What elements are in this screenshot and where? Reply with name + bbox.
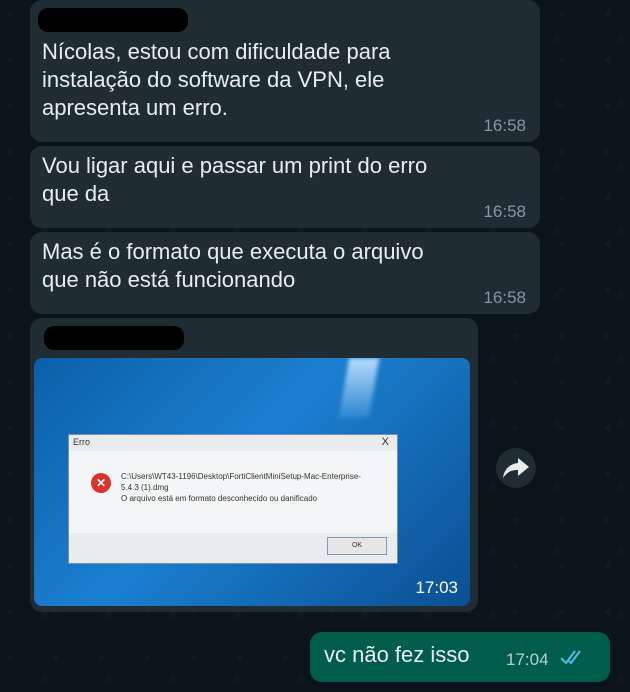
screen-glare	[338, 358, 380, 418]
photo-time: 17:03	[415, 578, 458, 597]
forward-button[interactable]	[496, 448, 536, 488]
dialog-path-line-2: 5.4.3 (1).dmg	[121, 483, 169, 492]
error-x-icon: ✕	[91, 473, 111, 493]
message-text: vc não fez isso	[324, 642, 470, 667]
error-dialog: Erro X ✕ C:\Users\WT43-1196\Desktop\Fort…	[68, 434, 398, 564]
dialog-ok-button: OK	[327, 537, 387, 555]
message-text: Vou ligar aqui e passar um print do erro…	[42, 153, 428, 206]
incoming-message-2[interactable]: Vou ligar aqui e passar um print do erro…	[30, 146, 540, 228]
incoming-message-3[interactable]: Mas é o formato que executa o arquivo qu…	[30, 232, 540, 314]
dialog-title: Erro	[73, 437, 91, 447]
message-time: 16:58	[483, 288, 526, 307]
incoming-message-1[interactable]: Nícolas, estou com dificuldade para inst…	[30, 0, 540, 142]
message-time: 16:58	[483, 116, 526, 135]
dialog-message: C:\Users\WT43-1196\Desktop\FortiClientMi…	[121, 471, 391, 504]
forward-icon	[503, 458, 529, 478]
message-text: Nícolas, estou com dificuldade para inst…	[42, 39, 391, 120]
message-time: 17:04	[506, 650, 549, 669]
redacted-sender-name	[44, 326, 184, 350]
incoming-photo-message[interactable]: Erro X ✕ C:\Users\WT43-1196\Desktop\Fort…	[30, 318, 478, 612]
outgoing-message[interactable]: vc não fez isso 17:04	[310, 632, 610, 682]
message-time: 16:58	[483, 202, 526, 221]
dialog-error-text: O arquivo está em formato desconhecido o…	[121, 494, 318, 503]
dialog-path-line-1: C:\Users\WT43-1196\Desktop\FortiClientMi…	[121, 472, 361, 481]
redacted-sender-name	[38, 8, 188, 32]
dialog-close-icon: X	[381, 436, 389, 448]
error-screenshot-photo[interactable]: Erro X ✕ C:\Users\WT43-1196\Desktop\Fort…	[34, 358, 470, 606]
message-text: Mas é o formato que executa o arquivo qu…	[42, 239, 424, 292]
double-check-icon	[560, 650, 581, 665]
dialog-body: ✕ C:\Users\WT43-1196\Desktop\FortiClient…	[69, 451, 397, 533]
